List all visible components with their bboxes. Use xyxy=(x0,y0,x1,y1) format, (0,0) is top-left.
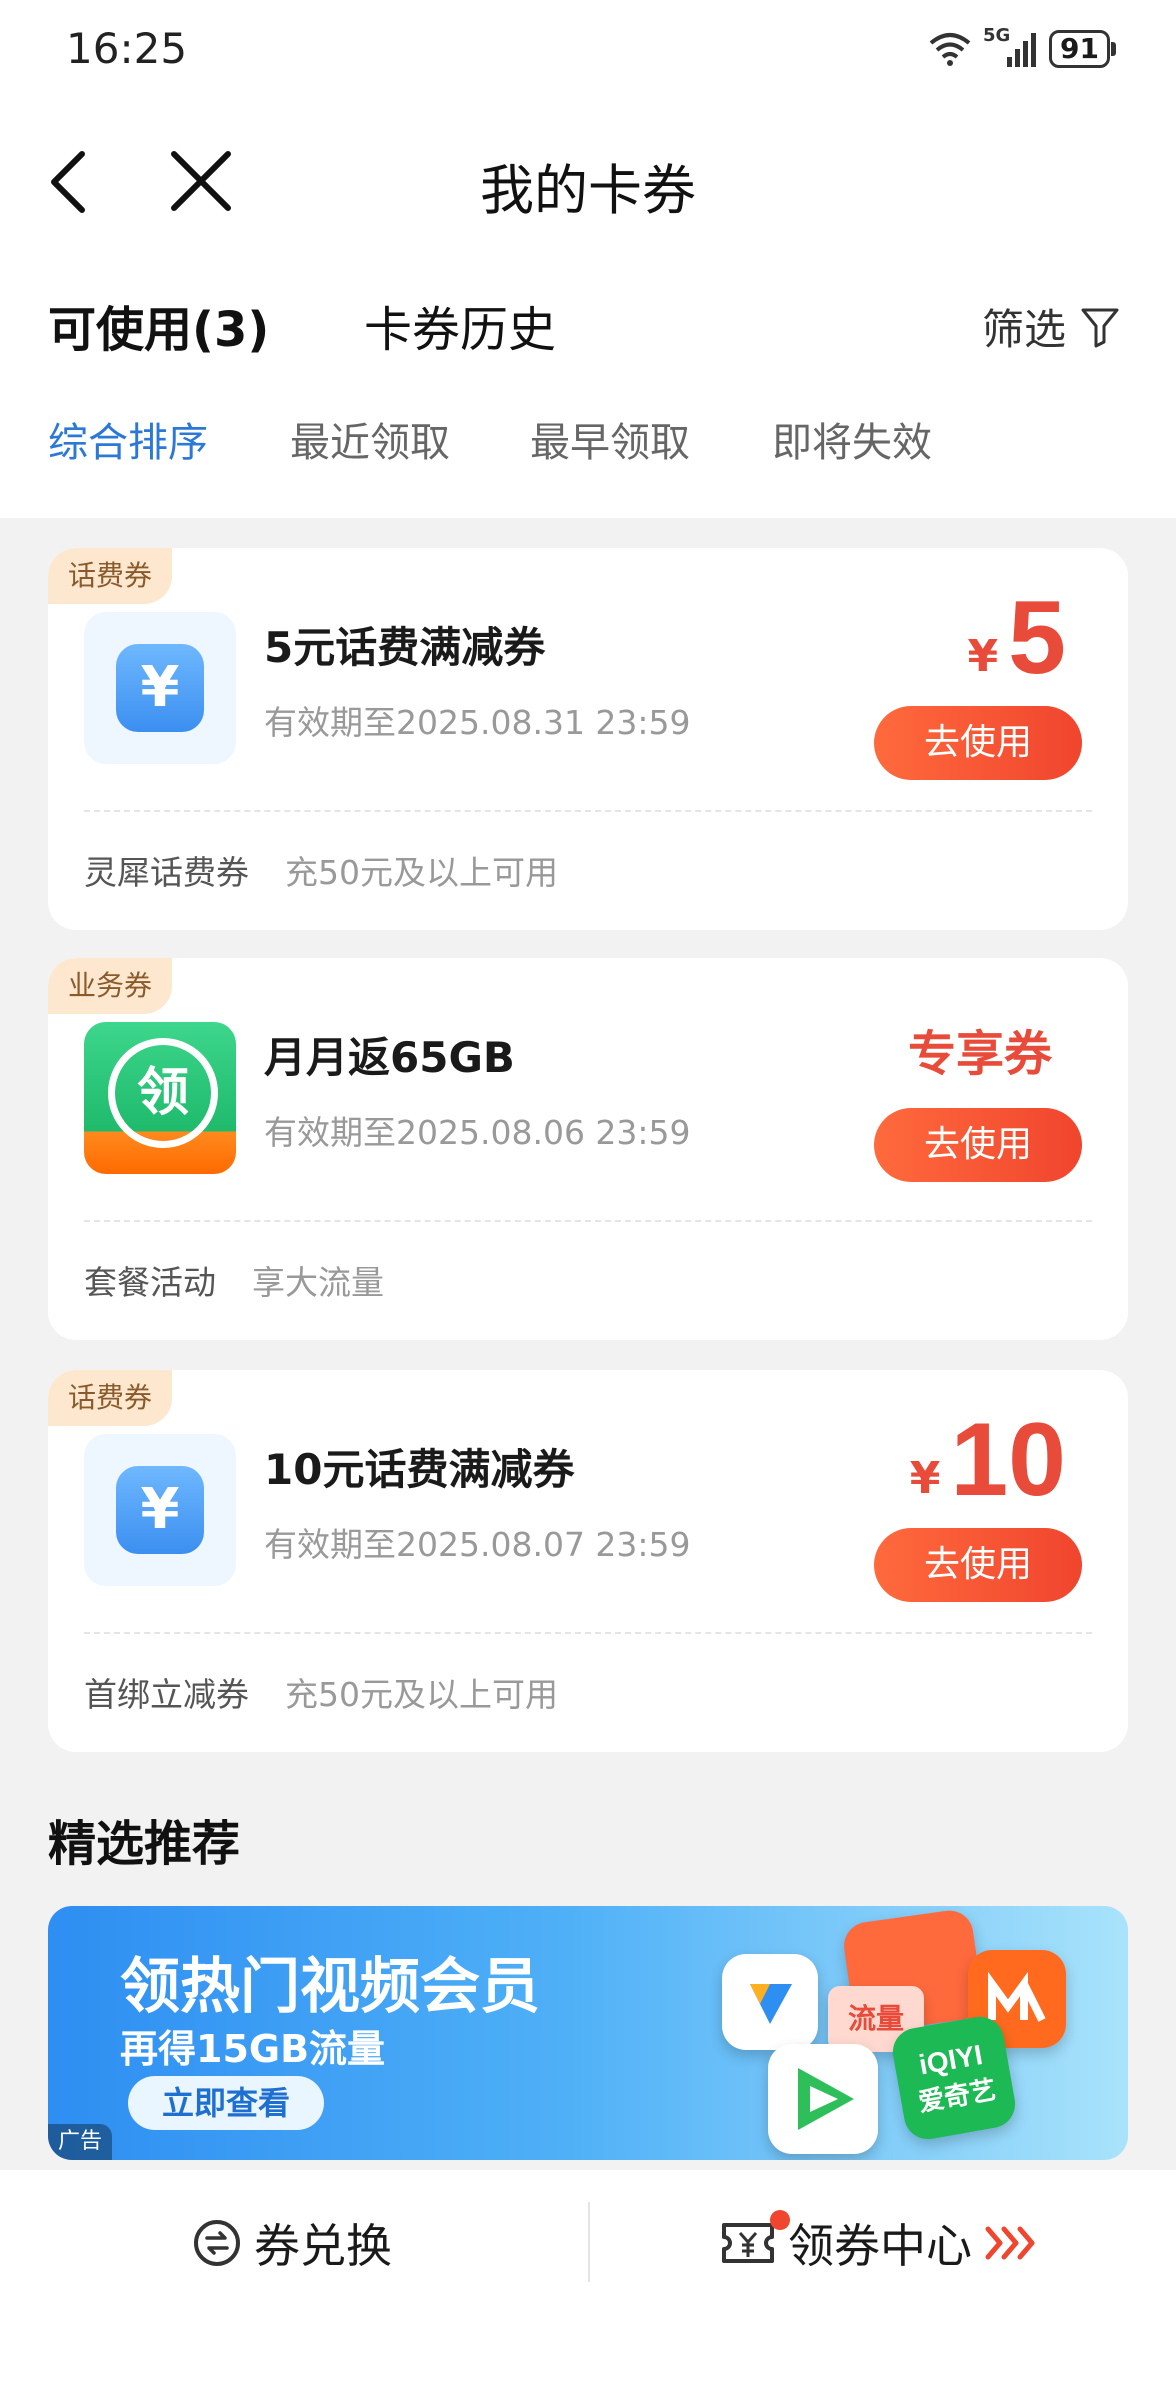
coupon-title: 5元话费满减券 xyxy=(264,623,546,672)
sort-earliest[interactable]: 最早领取 xyxy=(530,410,690,468)
sort-recent[interactable]: 最近领取 xyxy=(290,410,450,468)
ling-icon: 领 xyxy=(108,1038,218,1148)
nav-divider xyxy=(588,2202,590,2282)
sort-bar: 综合排序 最近领取 最早领取 即将失效 xyxy=(0,410,1176,480)
chevrons-right-icon xyxy=(985,2226,1035,2260)
amount-value: 5 xyxy=(1008,580,1066,696)
coupon-condition: 充50元及以上可用 xyxy=(285,1675,558,1714)
coupon-icon: ¥ xyxy=(84,612,236,764)
coupon-source: 首绑立减券 xyxy=(84,1675,249,1714)
bottom-bar: 券兑换 领券中心 xyxy=(0,2170,1176,2400)
coupon-card[interactable]: 业务券 领 月月返65GB 有效期至2025.08.06 23:59 专享券 去… xyxy=(48,958,1128,1340)
divider xyxy=(84,1220,1092,1222)
promo-banner[interactable]: 领热门视频会员 再得15GB流量 立即查看 流量 iQIYI 爱奇艺 广告 xyxy=(48,1906,1128,2160)
wifi-icon xyxy=(929,33,971,66)
coupon-source: 套餐活动 xyxy=(84,1263,216,1302)
coupon-footer: 套餐活动 享大流量 xyxy=(84,1256,384,1304)
coupon-tag: 业务券 xyxy=(48,958,173,1014)
tab-bar: 可使用(3) 卡券历史 筛选 xyxy=(0,290,1176,360)
coupon-card[interactable]: 话费券 ¥ 10元话费满减券 有效期至2025.08.07 23:59 ¥ 10… xyxy=(48,1370,1128,1752)
yen-icon: ¥ xyxy=(116,1466,204,1554)
sort-expiring[interactable]: 即将失效 xyxy=(772,410,932,468)
coupon-expiry: 有效期至2025.08.31 23:59 xyxy=(264,703,691,742)
coupon-tag: 话费券 xyxy=(48,1370,173,1426)
coupon-title: 10元话费满减券 xyxy=(264,1445,575,1494)
title-bar: 我的卡券 xyxy=(0,120,1176,240)
coupon-card[interactable]: 话费券 ¥ 5元话费满减券 有效期至2025.08.31 23:59 ¥ 5 去… xyxy=(48,548,1128,930)
exchange-icon xyxy=(194,2220,240,2266)
video-app-icon xyxy=(722,1954,818,2050)
sort-comprehensive[interactable]: 综合排序 xyxy=(48,410,208,468)
tab-history[interactable]: 卡券历史 xyxy=(364,290,556,360)
use-button[interactable]: 去使用 xyxy=(874,1108,1082,1182)
coupon-condition: 享大流量 xyxy=(252,1263,384,1302)
ticket-icon xyxy=(722,2223,774,2263)
exchange-button[interactable]: 券兑换 xyxy=(192,2210,392,2276)
banner-subline: 再得15GB流量 xyxy=(120,2027,386,2071)
coupon-center-label: 领券中心 xyxy=(788,2219,972,2273)
coupon-footer: 首绑立减券 充50元及以上可用 xyxy=(84,1668,558,1716)
tab-available[interactable]: 可使用(3) xyxy=(48,290,269,360)
section-title: 精选推荐 xyxy=(48,1816,241,1872)
coupon-icon: 领 xyxy=(84,1022,236,1174)
use-button[interactable]: 去使用 xyxy=(874,1528,1082,1602)
filter-button[interactable]: 筛选 xyxy=(982,296,1120,357)
amount-value: 10 xyxy=(950,1402,1066,1518)
battery-level: 91 xyxy=(1060,32,1099,65)
iqiyi-app-icon: iQIYI 爱奇艺 xyxy=(889,2013,1019,2143)
currency-symbol: ¥ xyxy=(967,631,999,682)
yen-icon: ¥ xyxy=(116,644,204,732)
coupon-icon: ¥ xyxy=(84,1434,236,1586)
divider xyxy=(84,1632,1092,1634)
banner-cta-button[interactable]: 立即查看 xyxy=(128,2076,324,2130)
coupon-amount: ¥ 5 xyxy=(967,580,1066,696)
ad-label: 广告 xyxy=(48,2124,113,2160)
status-icons: 5G 91 xyxy=(927,25,1116,72)
coupon-source: 灵犀话费券 xyxy=(84,853,249,892)
coupon-tag: 话费券 xyxy=(48,548,173,604)
coupon-title: 月月返65GB xyxy=(264,1033,515,1082)
coupon-amount: ¥ 10 xyxy=(909,1402,1066,1518)
status-time: 16:25 xyxy=(66,24,188,73)
coupon-condition: 充50元及以上可用 xyxy=(285,853,558,892)
divider xyxy=(84,810,1092,812)
currency-symbol: ¥ xyxy=(909,1453,941,1504)
filter-label: 筛选 xyxy=(981,305,1066,354)
notification-dot xyxy=(770,2210,790,2230)
banner-headline: 领热门视频会员 xyxy=(120,1952,540,2022)
coupon-center-button[interactable]: 领券中心 xyxy=(720,2210,1038,2276)
cellular-signal-icon: 5G xyxy=(983,25,1039,69)
tencent-video-icon xyxy=(768,2044,878,2154)
coupon-expiry: 有效期至2025.08.07 23:59 xyxy=(264,1525,691,1564)
page-title: 我的卡券 xyxy=(480,159,696,222)
exclusive-badge: 专享券 xyxy=(907,1026,1052,1082)
filter-icon xyxy=(1081,308,1119,347)
exchange-label: 券兑换 xyxy=(254,2219,392,2273)
top-section: 16:25 5G 91 我的卡券 可使用(3) 卡券历史 筛选 综合排序 最近领… xyxy=(0,0,1176,518)
status-bar: 16:25 5G 91 xyxy=(0,0,1176,100)
battery-icon: 91 xyxy=(1049,30,1116,68)
use-button[interactable]: 去使用 xyxy=(874,706,1082,780)
coupon-footer: 灵犀话费券 充50元及以上可用 xyxy=(84,846,558,894)
coupon-expiry: 有效期至2025.08.06 23:59 xyxy=(264,1113,691,1152)
